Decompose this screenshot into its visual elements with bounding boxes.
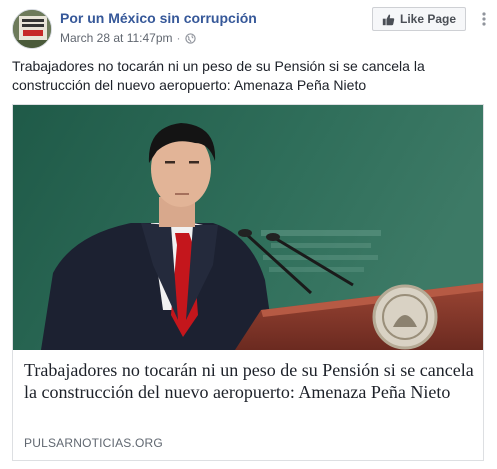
link-title[interactable]: Trabajadores no tocarán ni un peso de su… (24, 359, 479, 403)
page-name-link[interactable]: Por un México sin corrupción (60, 10, 257, 26)
post-timestamp[interactable]: March 28 at 11:47pm (60, 31, 173, 45)
like-page-label: Like Page (399, 12, 457, 26)
post-text: Trabajadores no tocarán ni un peso de su… (12, 58, 425, 93)
meta-separator: · (176, 31, 181, 45)
more-options-button[interactable] (477, 9, 491, 29)
avatar-image (13, 10, 51, 48)
facebook-post: Por un México sin corrupción March 28 at… (0, 0, 497, 469)
more-options-icon (482, 12, 486, 26)
link-domain: PULSARNOTICIAS.ORG (24, 436, 163, 450)
link-preview-card[interactable]: Trabajadores no tocarán ni un peso de su… (12, 104, 484, 461)
post-meta: March 28 at 11:47pm · (60, 31, 196, 45)
like-page-button[interactable]: Like Page (372, 7, 466, 31)
speaker-at-podium-photo (13, 105, 483, 350)
page-avatar[interactable] (12, 9, 52, 49)
thumbs-up-icon (382, 14, 395, 25)
globe-icon (184, 32, 196, 44)
link-preview-image[interactable] (13, 105, 483, 350)
